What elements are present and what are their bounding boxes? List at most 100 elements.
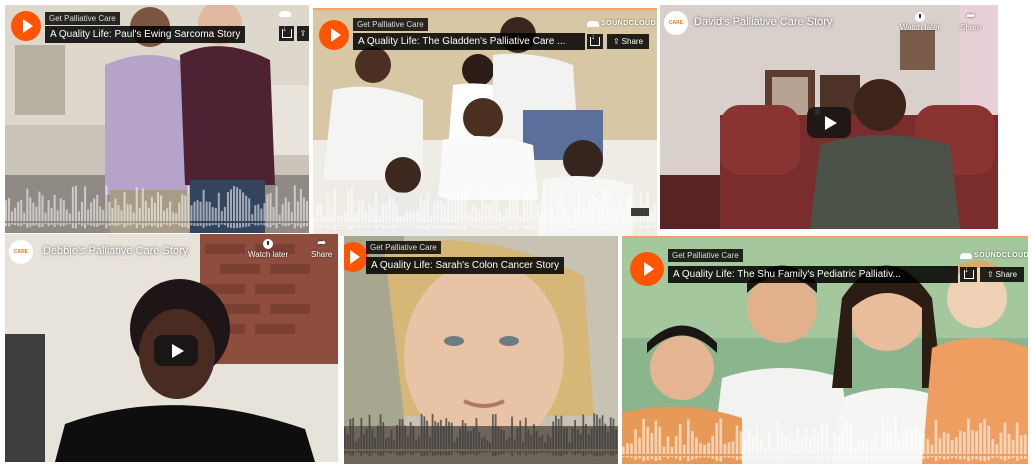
tile-shu-family[interactable]: Get Palliative Care A Quality Life: The … [622,236,1028,464]
waveform-bar [14,207,17,221]
soundcloud-brand-text: SOUNDCLOUD [601,20,657,27]
waveform-bar-reflection [105,223,108,229]
waveform-bar [529,187,533,223]
waveform-bar-reflection [658,456,662,461]
play-button[interactable] [630,252,664,286]
waveform-bar [509,188,512,223]
waveform-bar [557,419,560,449]
waveform-bar [431,413,434,449]
waveform-bar-reflection [739,456,743,460]
waveform-bar-reflection [153,223,156,226]
waveform-bar [346,434,349,449]
waveform-bar-reflection [343,225,347,227]
tile-david[interactable]: CARE David's Palliative Care Story Watch… [660,5,998,229]
soundcloud-logo[interactable] [279,11,291,17]
waveform-bar-reflection [129,223,132,226]
play-button[interactable] [807,107,851,138]
waveform-bar [568,442,571,449]
waveform-bar [428,436,431,449]
channel-logo[interactable]: CARE [664,11,688,35]
waveform[interactable] [5,183,309,229]
waveform-bar [193,201,196,221]
waveform-bar [471,203,474,223]
tile-gladden[interactable]: Get Palliative Care A Quality Life: The … [313,8,657,236]
download-button[interactable] [279,24,294,41]
waveform-bar [491,414,494,449]
download-button[interactable] [587,32,603,49]
waveform-bar [686,419,690,454]
track-title[interactable]: A Quality Life: Paul's Ewing Sarcoma Sto… [45,26,246,43]
video-title[interactable]: Debbie's Palliative Care Story [43,245,188,257]
waveform-bar-reflection [163,223,166,225]
waveform-bar-reflection [71,223,74,229]
waveform-bar-reflection [62,223,65,227]
waveform-bar [242,192,245,221]
waveform-bar-reflection [393,451,396,453]
waveform-bar [87,209,90,221]
waveform-bar [141,188,144,221]
waveform-bar [609,417,612,449]
soundcloud-logo[interactable]: SOUNDCLOUD [960,252,1028,259]
waveform-bar-reflection [639,225,643,230]
waveform-bar [535,430,538,449]
download-button[interactable] [960,265,977,282]
waveform-bar-reflection [53,223,56,227]
channel-logo[interactable]: CARE [9,240,33,264]
waveform-bar [979,423,982,454]
waveform-bar [634,429,637,454]
waveform-bar-reflection [448,451,450,456]
waveform-bar-reflection [495,225,498,229]
track-title[interactable]: A Quality Life: Sarah's Colon Cancer Sto… [366,257,565,274]
share-button[interactable]: ⇪ Share [607,34,649,49]
waveform-bar-reflection [519,451,522,456]
play-button[interactable] [319,20,349,50]
clock-icon [263,239,274,249]
waveform-bar [50,207,53,221]
waveform-bar [287,201,290,221]
waveform-bar-reflection [971,456,974,460]
waveform-bar-reflection [481,451,483,453]
channel-logo-text: CARE [668,19,684,26]
waveform-bar [820,422,824,454]
waveform-bar [153,202,156,221]
track-title[interactable]: A Quality Life: The Shu Family's Pediatr… [668,266,958,283]
waveform-bar [415,439,418,449]
tile-sarah[interactable]: Get Palliative Care A Quality Life: Sara… [344,236,618,464]
waveform-bar [388,194,391,223]
uploader-name[interactable]: Get Palliative Care [353,18,428,31]
waveform-bar-reflection [549,451,552,453]
watch-later-button[interactable]: Watch later [900,12,940,32]
track-title[interactable]: A Quality Life: The Gladden's Palliative… [353,33,585,50]
share-button[interactable]: ➦ Share [960,11,981,33]
waveform-bar-reflection [266,223,269,227]
waveform-bar [401,419,404,449]
waveform-bar-reflection [629,225,632,230]
uploader-name[interactable]: Get Palliative Care [45,12,120,25]
uploader-name[interactable]: Get Palliative Care [366,241,441,254]
waveform-bar-reflection [764,456,767,458]
waveform[interactable] [344,411,618,457]
watch-later-button[interactable]: Watch later [248,239,288,259]
share-button[interactable]: ➦ Share [311,237,332,260]
waveform-bar [233,185,236,221]
waveform-bar [894,419,897,454]
share-button[interactable]: ⇪ [297,26,309,41]
waveform-bar [132,212,135,221]
video-title[interactable]: David's Palliative Care Story [694,16,832,28]
share-button[interactable]: ⇪ Share [980,267,1024,282]
soundcloud-logo[interactable]: SOUNDCLOUD [587,20,656,27]
waveform[interactable] [622,416,1028,462]
play-button[interactable] [154,335,198,366]
play-button[interactable] [11,11,41,41]
share-arrow-icon: ➦ [317,237,327,249]
uploader-name[interactable]: Get Palliative Care [668,249,743,262]
waveform-bar-reflection [385,451,387,453]
tile-debbie[interactable]: CARE Debbie's Palliative Care Story Watc… [5,234,338,462]
waveform-bar-reflection [963,456,966,460]
tile-paul[interactable]: Get Palliative Care A Quality Life: Paul… [5,5,309,233]
waveform-bar [472,427,475,449]
waveform-bar [437,422,439,449]
waveform-bar-reflection [293,223,296,229]
waveform[interactable] [313,185,657,231]
waveform-bar [500,428,503,449]
